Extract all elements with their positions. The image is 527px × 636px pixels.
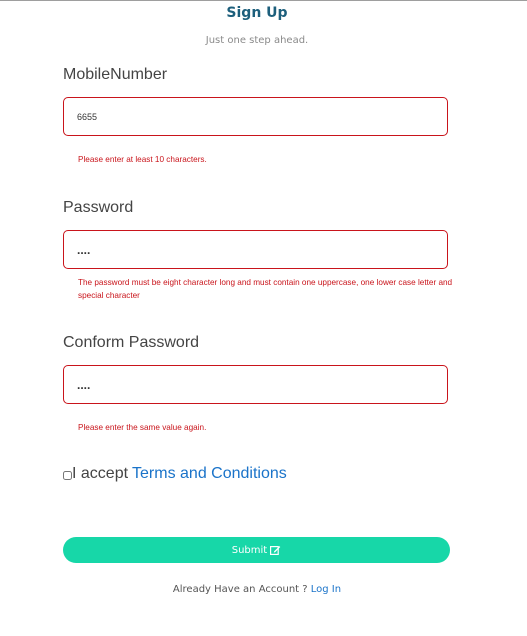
submit-button[interactable]: Submit [63,537,450,563]
confirm-password-error: Please enter the same value again. [78,423,207,432]
page-title: Sign Up [226,5,288,21]
password-error: The password must be eight character lon… [78,278,453,300]
mobile-number-input[interactable] [63,97,448,136]
login-prompt-text: Already Have an Account ? [172,584,308,595]
accept-terms-row: I accept Terms and Conditions [63,465,287,483]
password-input[interactable] [63,230,448,269]
login-prompt: Already Have an Account ? Log In [0,584,514,595]
accept-terms-checkbox[interactable] [63,471,72,480]
accept-terms-text: I accept [72,465,129,482]
submit-label: Submit [231,544,268,556]
page-subtitle: Just one step ahead. [205,35,309,46]
confirm-password-label: Conform Password [63,334,200,351]
signup-page: Sign Up Just one step ahead. MobileNumbe… [0,0,527,636]
terms-and-conditions-link[interactable]: Terms and Conditions [132,465,287,483]
mobile-number-error: Please enter at least 10 characters. [78,155,207,164]
mobile-number-label: MobileNumber [63,66,168,83]
edit-icon [270,545,281,555]
log-in-link[interactable]: Log In [311,584,341,595]
confirm-password-input[interactable] [63,365,448,404]
top-divider [0,0,527,1]
password-label: Password [63,199,134,216]
